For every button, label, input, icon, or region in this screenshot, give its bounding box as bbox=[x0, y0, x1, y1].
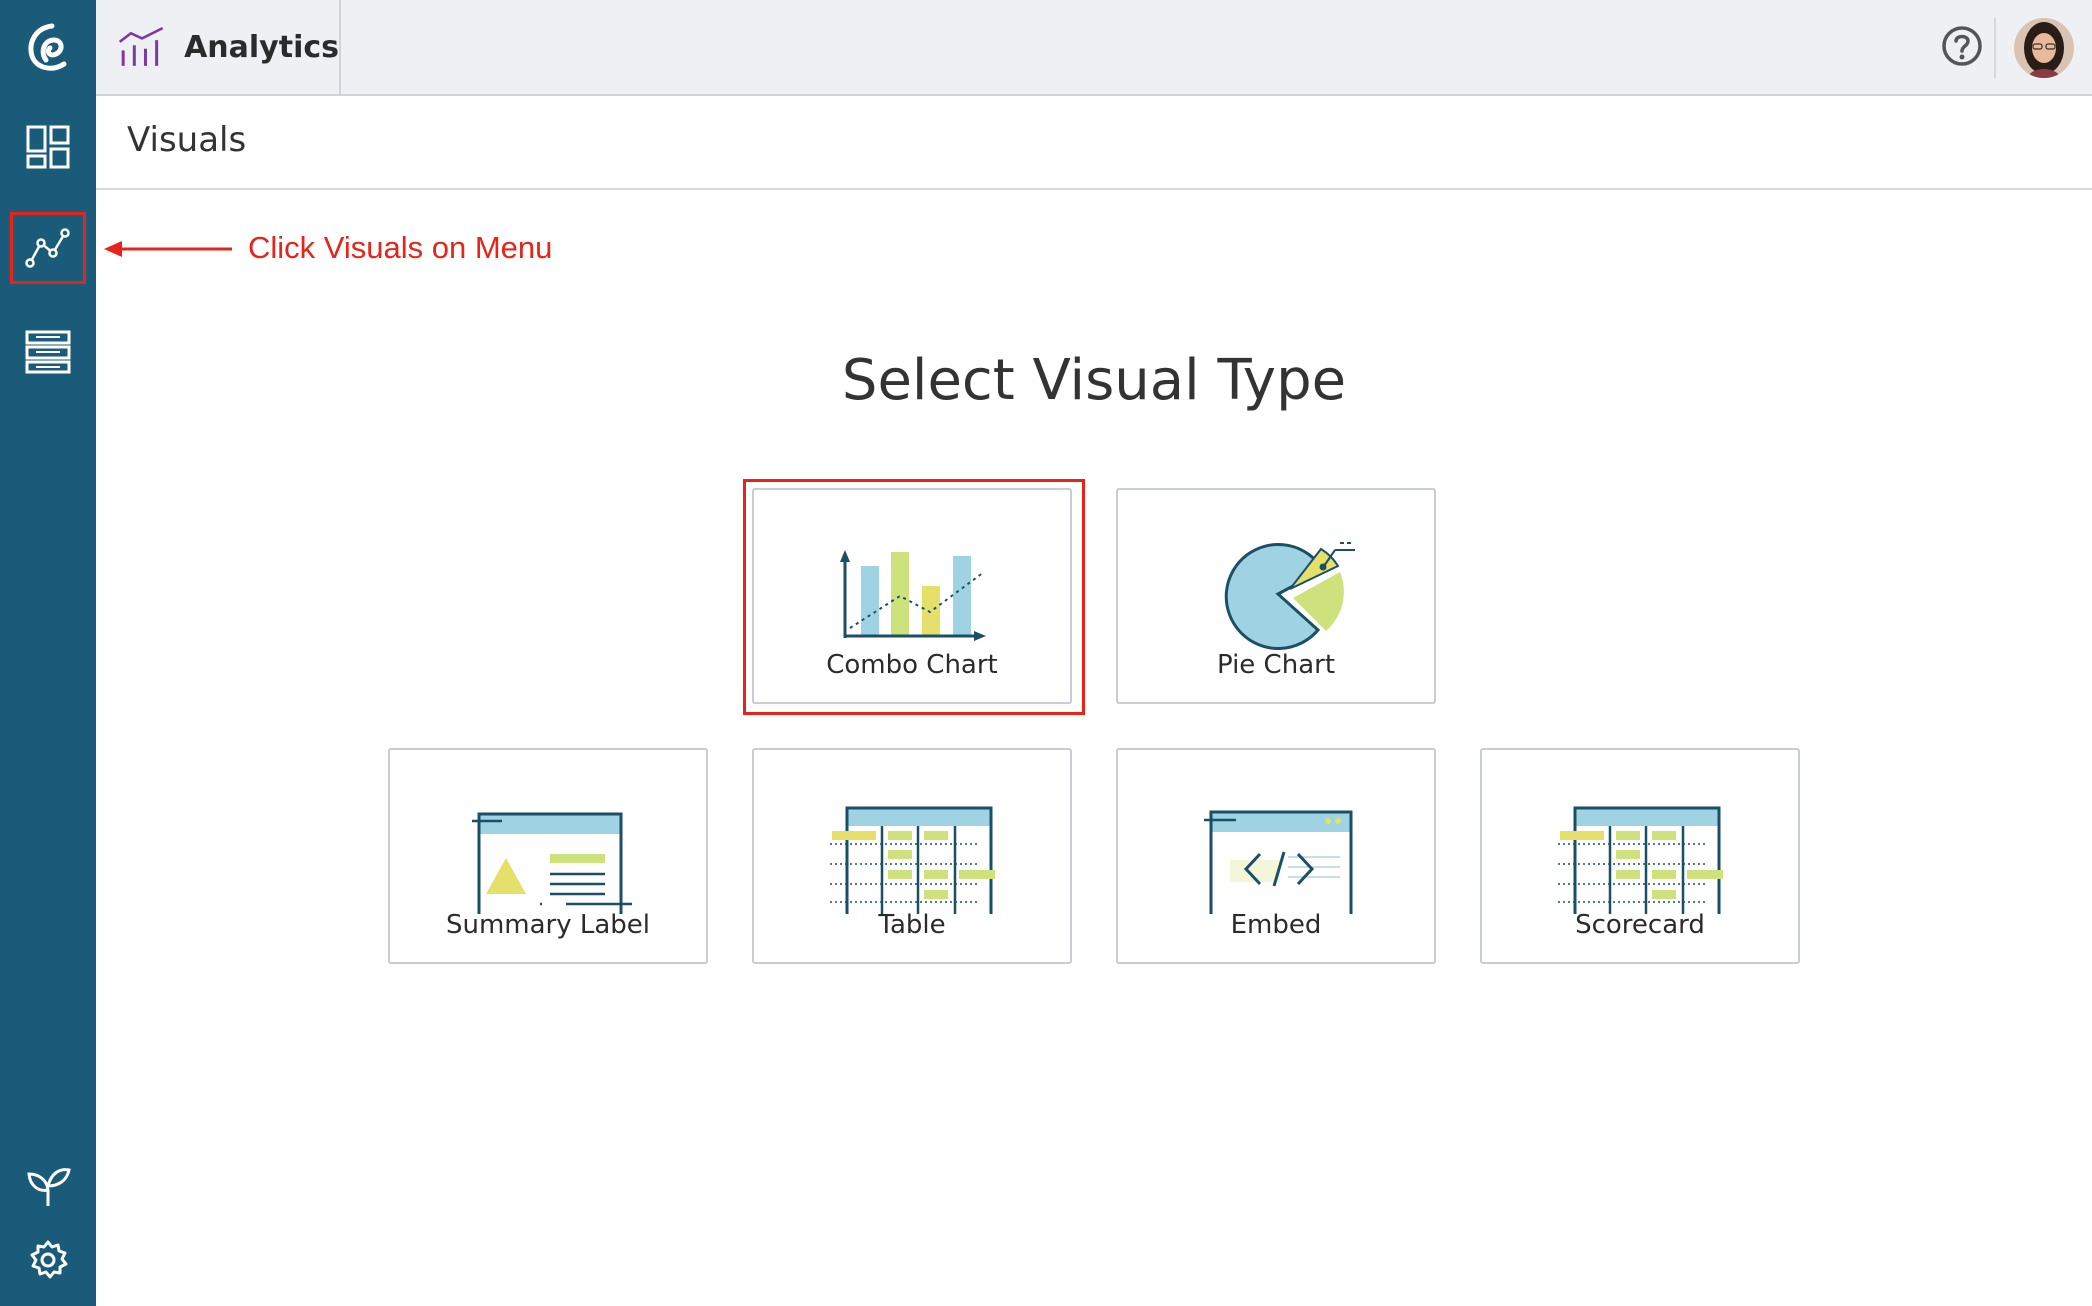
card-scorecard[interactable]: Scorecard bbox=[1480, 748, 1800, 964]
summary-label-icon bbox=[472, 812, 632, 914]
avatar[interactable] bbox=[2014, 18, 2074, 78]
card-label: Pie Chart bbox=[1216, 650, 1336, 680]
embed-icon bbox=[1204, 810, 1353, 914]
page-title: Visuals bbox=[127, 120, 247, 160]
card-label: Summary Label bbox=[445, 910, 651, 940]
annotation-arrow-icon bbox=[104, 241, 232, 257]
card-pie-chart[interactable]: Pie Chart bbox=[1116, 488, 1436, 704]
card-embed[interactable]: Embed bbox=[1116, 748, 1436, 964]
card-summary-label[interactable]: Summary Label bbox=[388, 748, 708, 964]
app-title: Analytics bbox=[184, 29, 339, 65]
top-bar: Analytics bbox=[96, 0, 2092, 96]
card-label: Embed bbox=[1230, 910, 1322, 940]
data-sources-icon[interactable] bbox=[0, 312, 96, 392]
table-icon bbox=[830, 806, 995, 914]
page-header: Visuals bbox=[96, 96, 2092, 190]
card-label: Table bbox=[878, 910, 946, 940]
card-label: Scorecard bbox=[1575, 910, 1705, 940]
combo-chart-highlight-box bbox=[743, 479, 1085, 715]
logo-icon[interactable] bbox=[0, 8, 96, 88]
pie-chart-icon bbox=[1224, 542, 1355, 650]
sprout-icon[interactable] bbox=[0, 1146, 96, 1226]
dashboards-icon[interactable] bbox=[0, 107, 96, 187]
card-table[interactable]: Table bbox=[752, 748, 1072, 964]
settings-icon[interactable] bbox=[0, 1220, 96, 1300]
annotation-text: Click Visuals on Menu bbox=[248, 230, 553, 265]
app-tab-analytics[interactable]: Analytics bbox=[96, 0, 341, 94]
sidebar bbox=[0, 0, 96, 1306]
analytics-icon bbox=[118, 26, 164, 66]
topbar-divider bbox=[1994, 18, 1996, 78]
select-visual-heading: Select Visual Type bbox=[841, 348, 1347, 413]
annotation-highlight-box bbox=[10, 212, 86, 284]
help-icon[interactable] bbox=[1940, 24, 1984, 68]
scorecard-icon bbox=[1558, 806, 1723, 914]
